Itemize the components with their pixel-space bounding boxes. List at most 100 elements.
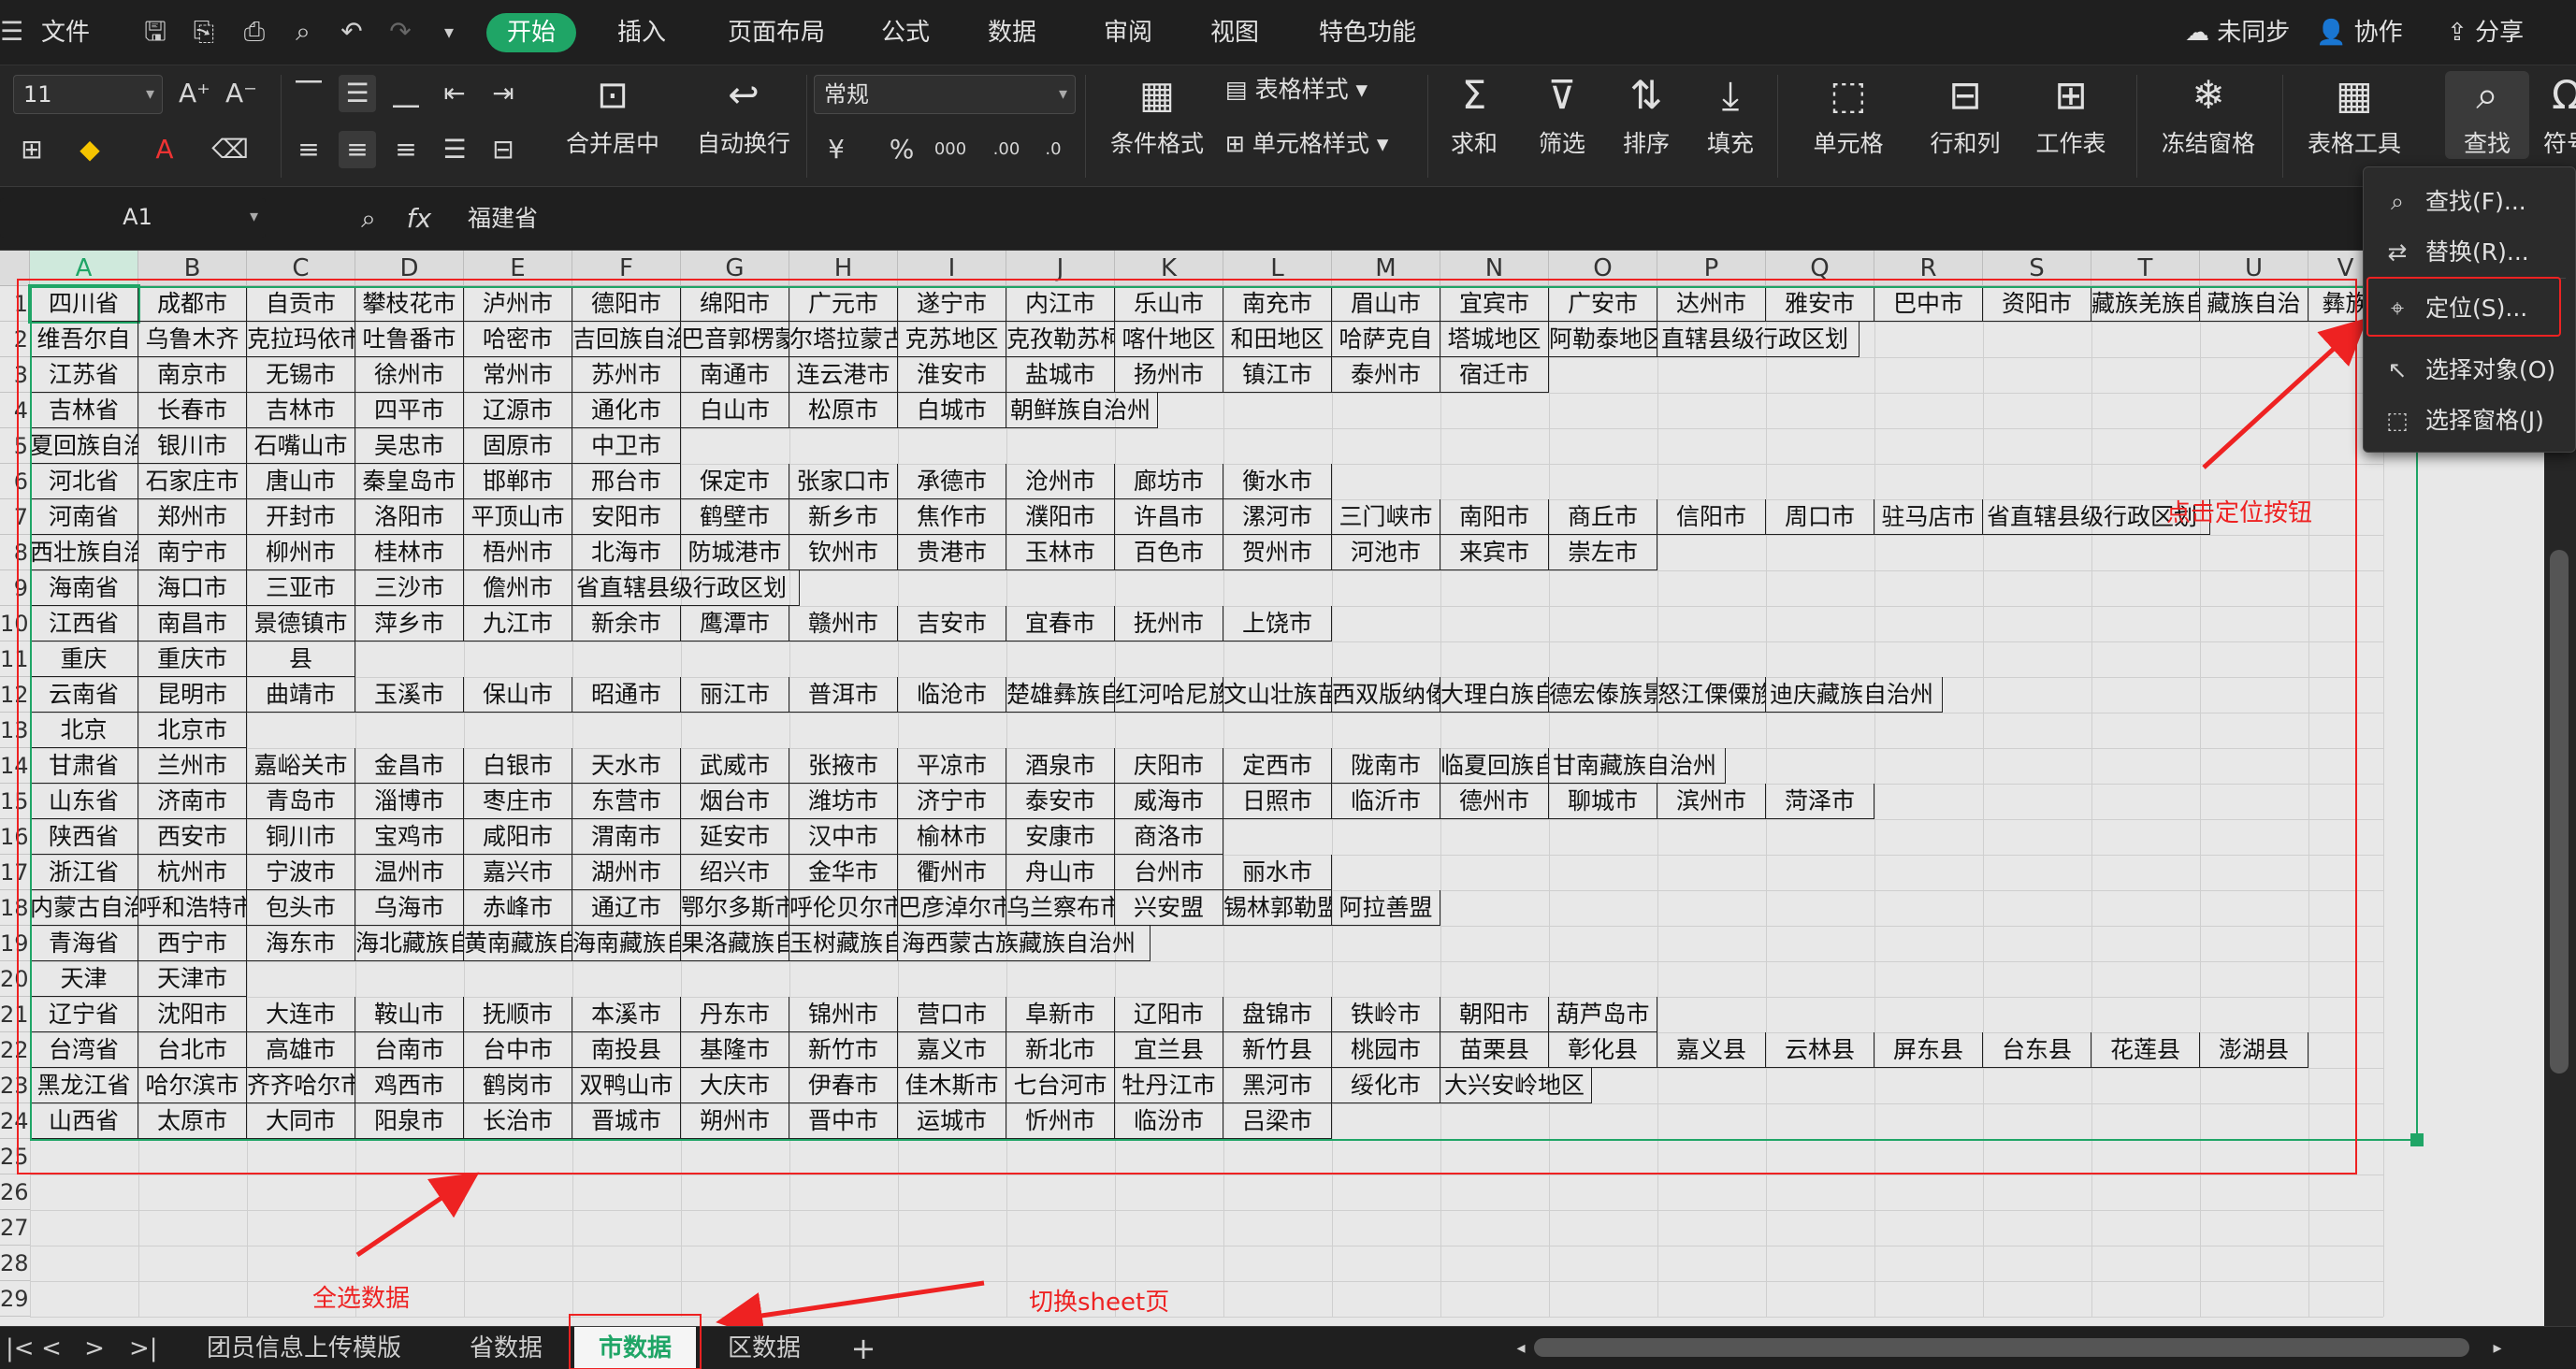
- wrap-text-button[interactable]: ↩ 自动换行: [683, 71, 804, 159]
- align-bottom-icon[interactable]: ⎽: [387, 75, 425, 112]
- collaborate-button[interactable]: 👤 协作: [2316, 13, 2403, 52]
- redo-icon[interactable]: ↷: [384, 15, 417, 49]
- fill-color-icon[interactable]: ◆: [71, 131, 109, 168]
- font-size-select[interactable]: 11 ▾: [13, 75, 163, 114]
- indent-increase-icon[interactable]: ⇥: [485, 75, 522, 112]
- clear-format-icon[interactable]: ⌫: [211, 131, 249, 168]
- tab-7[interactable]: 特色功能: [1319, 13, 1416, 52]
- fill-button[interactable]: ⤓ 填充: [1693, 71, 1768, 159]
- find-menu-item[interactable]: ↖ 选择对象(O): [2364, 345, 2576, 396]
- merge-center-button[interactable]: ⊡ 合并居中: [552, 71, 673, 159]
- row-header[interactable]: 28: [0, 1246, 30, 1281]
- row-header[interactable]: 29: [0, 1281, 30, 1317]
- border-icon[interactable]: ⊞: [13, 131, 51, 168]
- worksheet-icon: ⊞: [2054, 72, 2088, 118]
- name-box[interactable]: A1 ▾: [0, 198, 266, 238]
- scroll-left-icon[interactable]: ◂: [1512, 1327, 1530, 1369]
- first-sheet-icon[interactable]: |<: [6, 1327, 35, 1369]
- tab-0[interactable]: 开始: [486, 13, 577, 52]
- cell-style-button[interactable]: ⊞ 单元格样式 ▾: [1225, 125, 1431, 159]
- align-middle-icon[interactable]: ☰: [339, 75, 376, 112]
- replace-icon: ⇄: [2387, 238, 2408, 266]
- conditional-format-button[interactable]: ▦ 条件格式: [1096, 71, 1218, 159]
- export-icon[interactable]: ⎘: [187, 15, 221, 49]
- distribute-icon[interactable]: ⊟: [485, 131, 522, 168]
- row-col-button[interactable]: ⊟ 行和列: [1914, 71, 2017, 159]
- symbol-button[interactable]: Ω符号: [2539, 71, 2576, 159]
- prev-sheet-icon[interactable]: <: [37, 1327, 65, 1369]
- wrap-icon: ↩: [728, 74, 760, 117]
- align-top-icon[interactable]: ⎺: [290, 75, 327, 112]
- tab-3[interactable]: 公式: [881, 13, 930, 52]
- tab-6[interactable]: 视图: [1210, 13, 1259, 52]
- sort-button[interactable]: ⇅ 排序: [1609, 71, 1684, 159]
- row-header[interactable]: 26: [0, 1174, 30, 1210]
- scroll-right-icon[interactable]: ▸: [2488, 1327, 2507, 1369]
- tab-4[interactable]: 数据: [988, 13, 1036, 52]
- decrease-decimal-icon[interactable]: .0: [1035, 131, 1072, 168]
- justify-icon[interactable]: ☰: [436, 131, 473, 168]
- spreadsheet-grid[interactable]: ABCDEFGHIJKLMNOPQRSTUV 1 2 3 4 5 6 7 8 9 10 11 12 13…: [0, 251, 2544, 1326]
- function-label[interactable]: fx: [400, 200, 438, 238]
- table-tools-button[interactable]: ▦ 表格工具: [2295, 71, 2413, 159]
- sheet-tab[interactable]: 团员信息上传模版: [187, 1327, 421, 1369]
- align-left-icon[interactable]: ≡: [290, 131, 327, 168]
- zoom-icon[interactable]: ⌕: [350, 200, 387, 238]
- filter-button[interactable]: ⊽ 筛选: [1521, 71, 1603, 159]
- freeze-panes-button[interactable]: ❄ 冻结窗格: [2149, 71, 2267, 159]
- tab-2[interactable]: 页面布局: [728, 13, 825, 52]
- font-color-icon[interactable]: A: [146, 131, 183, 168]
- find-menu-item[interactable]: ⌕ 查找(F)...: [2364, 177, 2576, 227]
- sigma-icon: Σ: [1461, 72, 1487, 118]
- increase-decimal-icon[interactable]: .00: [988, 131, 1025, 168]
- tab-1[interactable]: 插入: [617, 13, 666, 52]
- file-menu[interactable]: 文件: [41, 13, 90, 52]
- horizontal-scroll-thumb[interactable]: [1534, 1338, 2469, 1357]
- align-right-icon[interactable]: ≡: [387, 131, 425, 168]
- print-preview-icon[interactable]: ⌕: [286, 15, 320, 49]
- find-menu-label: 替换(R)...: [2425, 238, 2529, 266]
- add-sheet-icon[interactable]: +: [842, 1327, 885, 1369]
- fill-icon: ⤓: [1721, 72, 1740, 118]
- save-icon[interactable]: 🖫: [138, 15, 172, 49]
- find-menu-item[interactable]: ⬚ 选择窗格(J): [2364, 396, 2576, 446]
- table-style-button[interactable]: ▤ 表格样式 ▾: [1225, 71, 1412, 105]
- print-icon[interactable]: ⎙: [238, 15, 271, 49]
- cursor-icon: ↖: [2387, 356, 2408, 383]
- thousands-icon[interactable]: 000: [932, 131, 969, 168]
- sheet-tab[interactable]: 省数据: [445, 1327, 567, 1369]
- share-button[interactable]: ⇪ 分享: [2447, 13, 2524, 52]
- rowcol-icon: ⊟: [1948, 72, 1982, 118]
- sum-button[interactable]: Σ 求和: [1437, 71, 1512, 159]
- number-format-select[interactable]: 常规 ▾: [814, 75, 1076, 114]
- find-menu-label: 查找(F)...: [2425, 188, 2526, 215]
- find-menu-label: 选择窗格(J): [2425, 407, 2544, 434]
- worksheet-button[interactable]: ⊞ 工作表: [2024, 71, 2118, 159]
- menu-icon[interactable]: ☰: [0, 15, 23, 49]
- currency-icon[interactable]: ¥: [818, 131, 855, 168]
- percent-icon[interactable]: %: [883, 131, 920, 168]
- scroll-thumb[interactable]: [2550, 550, 2569, 1074]
- more-chevron-icon[interactable]: ▾: [432, 15, 466, 49]
- search-icon: ⌕: [2390, 188, 2404, 215]
- fill-handle[interactable]: [2410, 1133, 2424, 1146]
- sync-status[interactable]: ☁ 未同步: [2185, 13, 2290, 52]
- decrease-font-icon[interactable]: A⁻: [223, 75, 260, 112]
- last-sheet-icon[interactable]: >|: [129, 1327, 158, 1369]
- undo-icon[interactable]: ↶: [335, 15, 369, 49]
- increase-font-icon[interactable]: A⁺: [176, 75, 213, 112]
- indent-decrease-icon[interactable]: ⇤: [436, 75, 473, 112]
- find-button[interactable]: ⌕ 查找: [2445, 71, 2529, 159]
- align-center-icon[interactable]: ≡: [339, 131, 376, 168]
- table-style-icon: ▤: [1225, 76, 1255, 103]
- next-sheet-icon[interactable]: >: [80, 1327, 109, 1369]
- row-header[interactable]: 27: [0, 1210, 30, 1246]
- sheet-tab[interactable]: 区数据: [703, 1327, 825, 1369]
- freeze-icon: ❄: [2192, 72, 2225, 118]
- cell-button[interactable]: ⬚ 单元格: [1802, 71, 1895, 159]
- annotation-click-locate: 点击定位按钮: [2166, 499, 2313, 527]
- tab-5[interactable]: 审阅: [1104, 13, 1152, 52]
- find-menu-item[interactable]: ⇄ 替换(R)...: [2364, 227, 2576, 278]
- formula-input[interactable]: 福建省: [468, 200, 538, 238]
- cond-format-icon: ▦: [1139, 74, 1175, 117]
